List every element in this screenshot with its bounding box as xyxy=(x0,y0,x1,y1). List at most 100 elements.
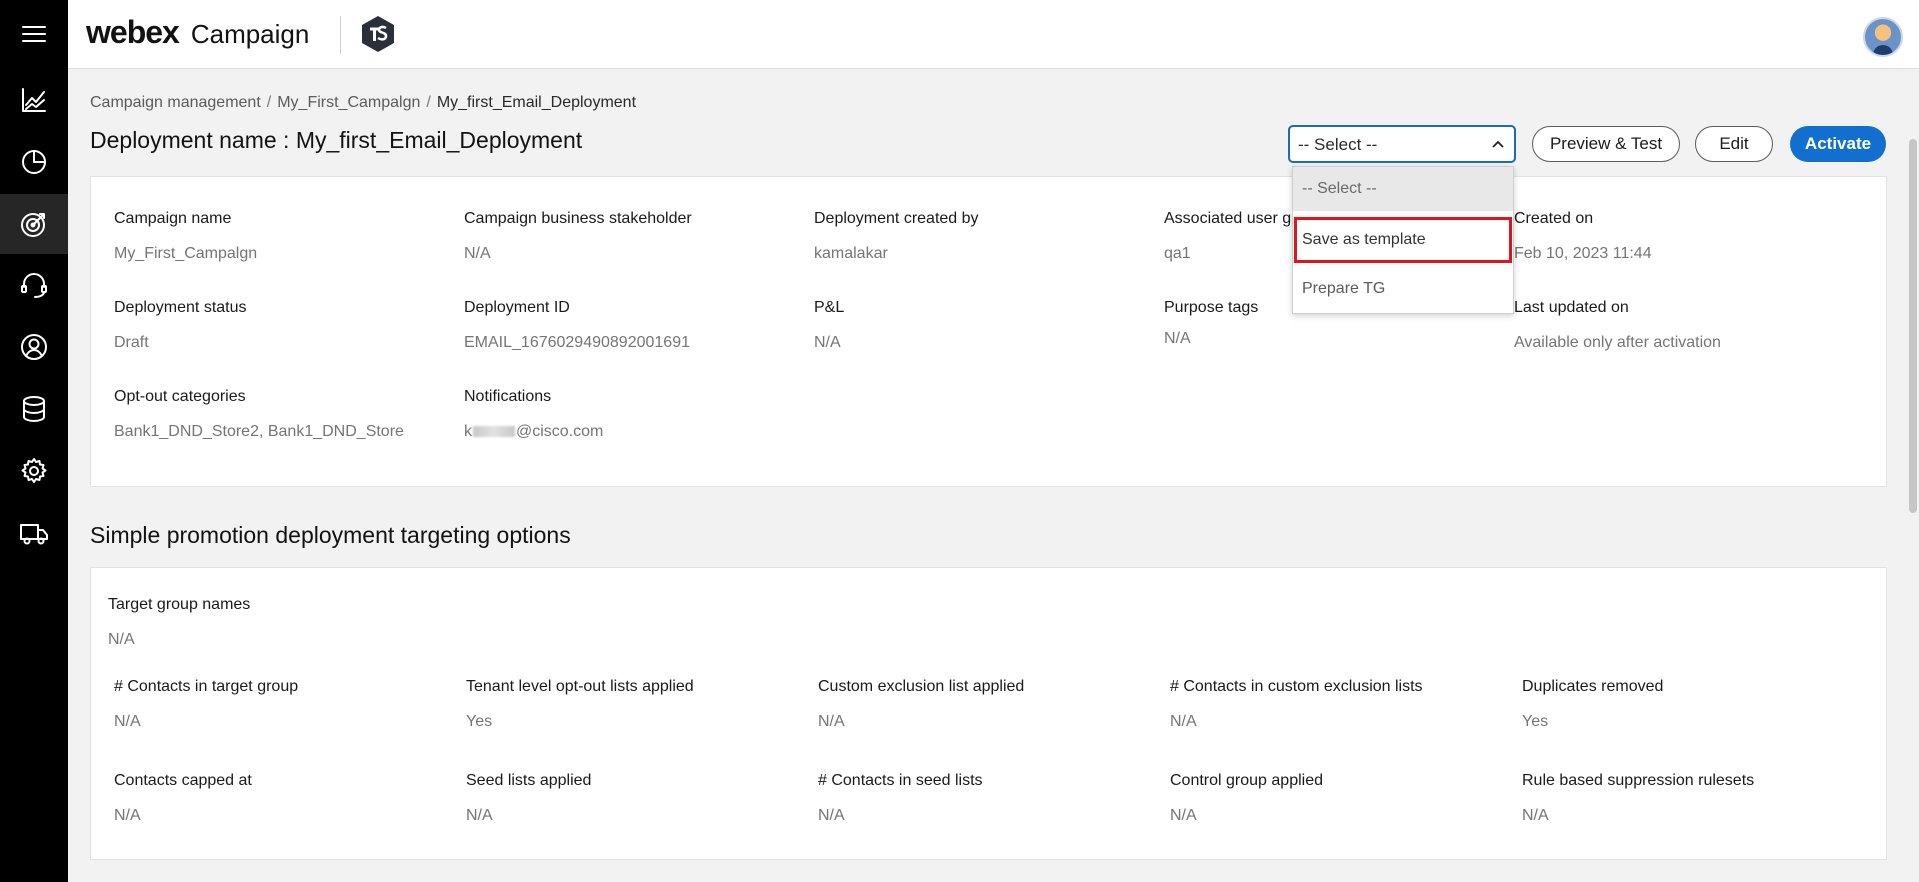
field-control-group: Control group applied N/A xyxy=(1170,772,1323,825)
hamburger-icon xyxy=(22,26,46,42)
nav-campaigns[interactable] xyxy=(0,194,68,254)
nav-contacts[interactable] xyxy=(0,317,68,377)
brand-campaign: Campaign xyxy=(190,19,310,49)
field-contacts-custom-exclusion: # Contacts in custom exclusion lists N/A xyxy=(1170,678,1423,731)
scrollbar-thumb[interactable] xyxy=(1909,139,1917,513)
field-value: N/A xyxy=(1170,713,1197,730)
user-avatar[interactable] xyxy=(1863,17,1903,57)
field-value: Yes xyxy=(1522,713,1549,730)
field-contacts-capped: Contacts capped at N/A xyxy=(114,772,252,825)
page-title: Deployment name : My_first_Email_Deploym… xyxy=(90,127,583,153)
field-value: N/A xyxy=(814,334,841,351)
breadcrumb-campaign-management[interactable]: Campaign management xyxy=(90,94,261,112)
user-circle-icon xyxy=(21,334,47,360)
field-value: N/A xyxy=(818,713,845,730)
field-label: Duplicates removed xyxy=(1522,678,1664,695)
field-last-updated: Last updated on Available only after act… xyxy=(1514,299,1721,352)
nav-analytics[interactable] xyxy=(0,70,68,130)
field-label: # Contacts in custom exclusion lists xyxy=(1170,678,1423,695)
menu-button[interactable] xyxy=(0,4,68,64)
field-value: N/A xyxy=(466,807,493,824)
section-title-targeting: Simple promotion deployment targeting op… xyxy=(90,522,571,548)
tenant-logo-icon xyxy=(362,16,394,52)
brand-logo-text: webex Campaign xyxy=(86,14,309,51)
brand-divider xyxy=(340,16,341,54)
field-created-on: Created on Feb 10, 2023 11:44 xyxy=(1514,210,1652,263)
field-label: Opt-out categories xyxy=(114,388,246,405)
field-label: Campaign name xyxy=(114,210,232,227)
field-value: N/A xyxy=(818,807,845,824)
field-label: Contacts capped at xyxy=(114,772,252,789)
field-label: Tenant level opt-out lists applied xyxy=(466,678,694,695)
field-duplicates-removed: Duplicates removed Yes xyxy=(1522,678,1663,731)
preview-test-button[interactable]: Preview & Test xyxy=(1532,126,1680,162)
field-label: Rule based suppression rulesets xyxy=(1522,772,1755,789)
deployment-details-card: Campaign name My_First_Campalgn Campaign… xyxy=(90,176,1887,487)
field-label: Deployment status xyxy=(114,299,247,316)
field-contacts-in-tg: # Contacts in target group N/A xyxy=(114,678,298,731)
field-label: Control group applied xyxy=(1170,772,1323,789)
field-value: My_First_Campalgn xyxy=(114,245,258,262)
targeting-options-card: Target group names N/A # Contacts in tar… xyxy=(90,567,1887,860)
field-created-by: Deployment created by kamalakar xyxy=(814,210,979,263)
field-label: Campaign business stakeholder xyxy=(464,210,692,227)
brand-webex: webex xyxy=(86,14,180,50)
field-value: k @cisco.com xyxy=(464,423,603,441)
gear-icon xyxy=(21,458,47,483)
email-prefix: k xyxy=(464,423,472,440)
nav-delivery[interactable] xyxy=(0,503,68,563)
actions-select[interactable]: -- Select -- xyxy=(1288,125,1516,163)
redacted-text xyxy=(473,426,515,438)
pie-chart-icon xyxy=(22,150,46,174)
field-label: Deployment created by xyxy=(814,210,979,227)
field-campaign-name: Campaign name My_First_Campalgn xyxy=(114,210,257,263)
field-value: Yes xyxy=(466,713,493,730)
field-label: Custom exclusion list applied xyxy=(818,678,1025,695)
field-label: Notifications xyxy=(464,388,552,405)
dropdown-option-prepare-tg[interactable]: Prepare TG xyxy=(1293,267,1513,311)
field-label: # Contacts in seed lists xyxy=(818,772,983,789)
nav-data[interactable] xyxy=(0,379,68,439)
field-label: Deployment ID xyxy=(464,299,570,316)
field-label: Last updated on xyxy=(1514,299,1629,316)
field-label: # Contacts in target group xyxy=(114,678,299,695)
field-pnl: P&L N/A xyxy=(814,299,844,352)
field-tenant-optout: Tenant level opt-out lists applied Yes xyxy=(466,678,694,731)
field-user-group: Associated user g qa1 xyxy=(1164,210,1291,263)
top-header: webex Campaign xyxy=(68,0,1919,69)
field-label: Target group names xyxy=(108,596,251,613)
field-value: N/A xyxy=(114,713,141,730)
edit-button[interactable]: Edit xyxy=(1695,126,1773,162)
field-value: Feb 10, 2023 11:44 xyxy=(1514,245,1652,262)
email-suffix: @cisco.com xyxy=(516,423,604,440)
actions-select-value: -- Select -- xyxy=(1298,135,1378,154)
field-deployment-id: Deployment ID EMAIL_1676029490892001691 xyxy=(464,299,690,352)
dropdown-option-select[interactable]: -- Select -- xyxy=(1293,167,1513,211)
nav-reports[interactable] xyxy=(0,131,68,191)
page-scrollbar[interactable] xyxy=(1907,69,1919,882)
field-label: Associated user g xyxy=(1164,210,1292,227)
breadcrumb-current: My_first_Email_Deployment xyxy=(436,94,637,111)
nav-support[interactable] xyxy=(0,255,68,315)
field-value: N/A xyxy=(1522,807,1549,824)
field-value: N/A xyxy=(464,245,491,262)
headset-icon xyxy=(21,273,47,298)
breadcrumb-separator: / xyxy=(426,94,431,111)
dropdown-option-save-as-template[interactable]: Save as template xyxy=(1294,217,1512,263)
field-stakeholder: Campaign business stakeholder N/A xyxy=(464,210,692,263)
nav-settings[interactable] xyxy=(0,441,68,501)
activate-button[interactable]: Activate xyxy=(1790,126,1886,162)
line-chart-icon xyxy=(22,88,46,112)
field-optout-categories: Opt-out categories Bank1_DND_Store2, Ban… xyxy=(114,388,404,441)
breadcrumb-separator: / xyxy=(266,94,272,111)
database-icon xyxy=(23,396,45,422)
field-label: Seed lists applied xyxy=(466,772,592,789)
target-icon xyxy=(21,213,45,237)
field-value: N/A xyxy=(108,631,135,648)
field-value: Draft xyxy=(114,334,149,351)
breadcrumb-campaign[interactable]: My_First_Campalgn xyxy=(277,94,420,112)
field-label: P&L xyxy=(814,299,845,316)
field-custom-exclusion: Custom exclusion list applied N/A xyxy=(818,678,1024,731)
field-target-groups: Target group names N/A xyxy=(108,596,250,649)
field-suppression-rulesets: Rule based suppression rulesets N/A xyxy=(1522,772,1754,825)
